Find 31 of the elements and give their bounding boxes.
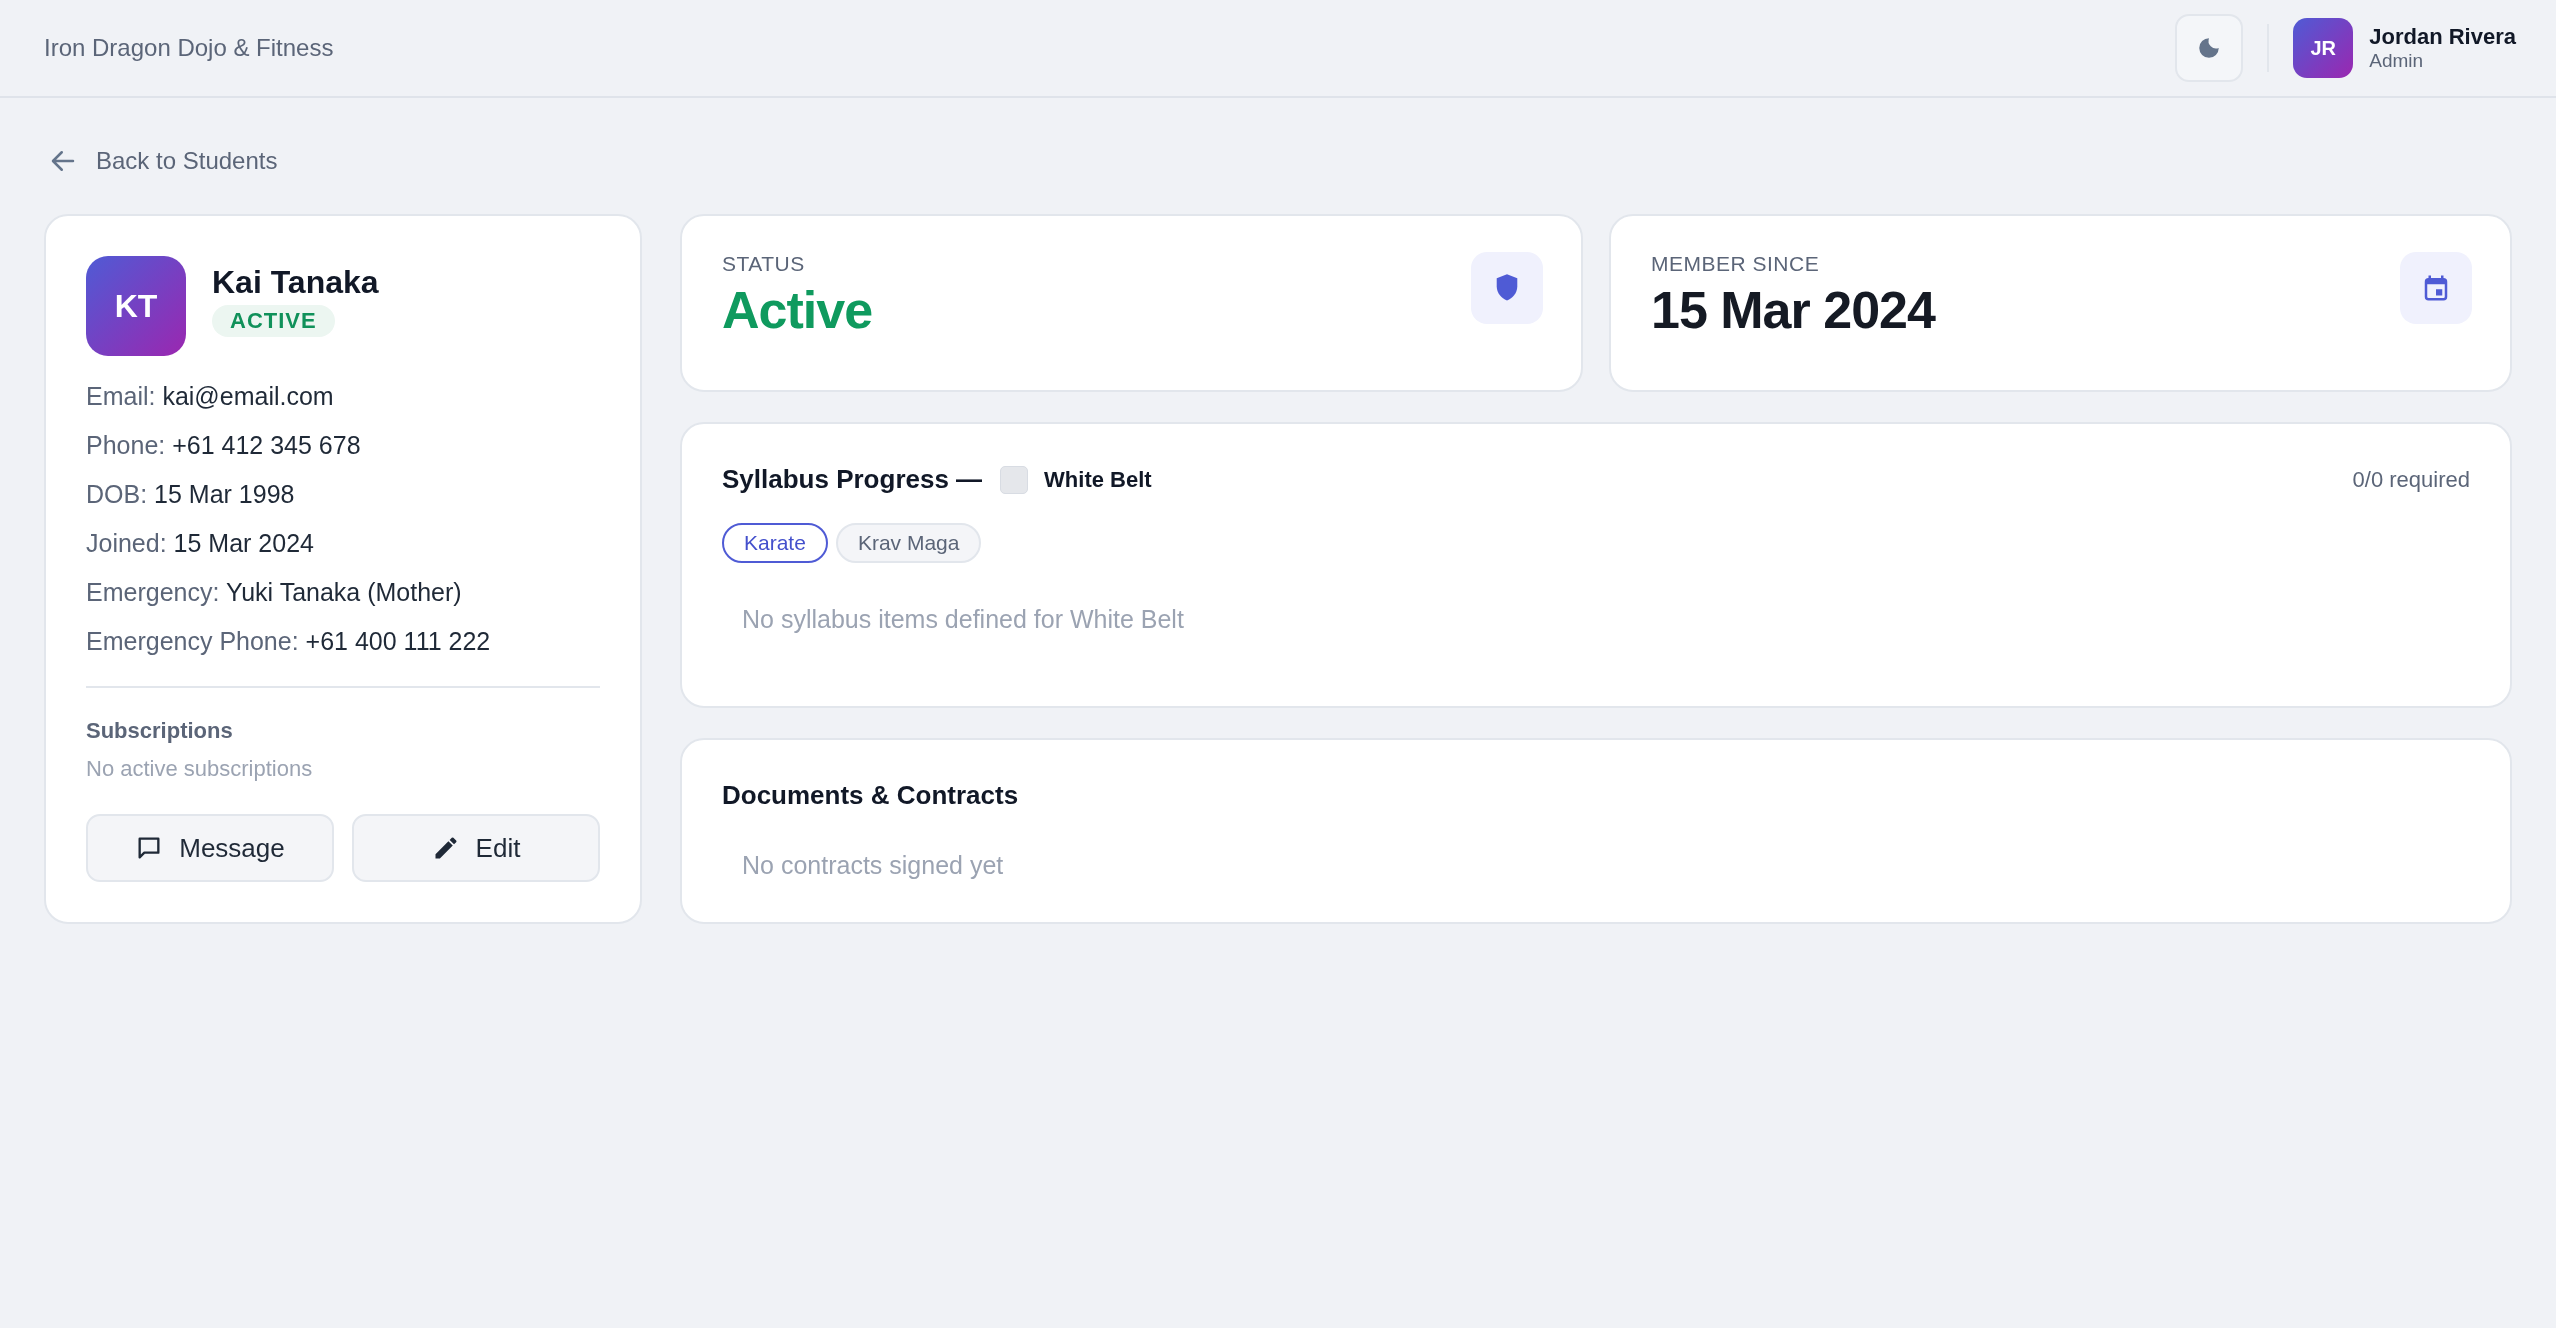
- detail-line: Joined: 15 Mar 2024: [86, 529, 315, 558]
- progress-count: 0/0 required: [2352, 466, 2470, 493]
- subscriptions-heading: Subscriptions: [86, 718, 234, 744]
- theme-toggle-button[interactable]: [2175, 14, 2244, 82]
- stat-label: STATUS: [722, 252, 806, 276]
- empty-message: No syllabus items defined for White Belt: [742, 605, 1185, 634]
- detail-line: Phone: +61 412 345 678: [86, 431, 362, 460]
- belt-name: White Belt: [1044, 466, 1152, 493]
- empty-message: No contracts signed yet: [742, 851, 1005, 880]
- edit-button[interactable]: Edit: [352, 814, 600, 882]
- discipline-tab[interactable]: Krav Maga: [835, 523, 982, 563]
- stat-label: MEMBER SINCE: [1651, 252, 1821, 276]
- user-name: Jordan Rivera: [2369, 24, 2516, 50]
- detail-line: Emergency Phone: +61 400 111 222: [86, 627, 492, 656]
- detail-line: Email: kai@email.com: [86, 382, 335, 411]
- detail-line: Emergency: Yuki Tanaka (Mother): [86, 578, 463, 607]
- stat-value: Active: [722, 280, 873, 340]
- student-avatar: KT: [86, 256, 186, 356]
- student-name: Kai Tanaka: [212, 264, 379, 301]
- user-avatar[interactable]: JR: [2293, 18, 2354, 78]
- empty-message: No active subscriptions: [86, 756, 314, 782]
- status-badge: ACTIVE: [212, 305, 335, 337]
- message-button[interactable]: Message: [86, 814, 334, 882]
- user-role: Admin: [2369, 50, 2425, 72]
- brand-name: Iron Dragon Dojo & Fitness: [44, 34, 334, 62]
- documents-title: Documents & Contracts: [722, 780, 1020, 811]
- discipline-tab[interactable]: Karate: [722, 523, 828, 563]
- detail-line: DOB: 15 Mar 1998: [86, 480, 296, 509]
- stat-value: 15 Mar 2024: [1651, 280, 1935, 340]
- syllabus-title: Syllabus Progress —: [722, 464, 983, 495]
- back-link[interactable]: Back to Students: [48, 146, 278, 176]
